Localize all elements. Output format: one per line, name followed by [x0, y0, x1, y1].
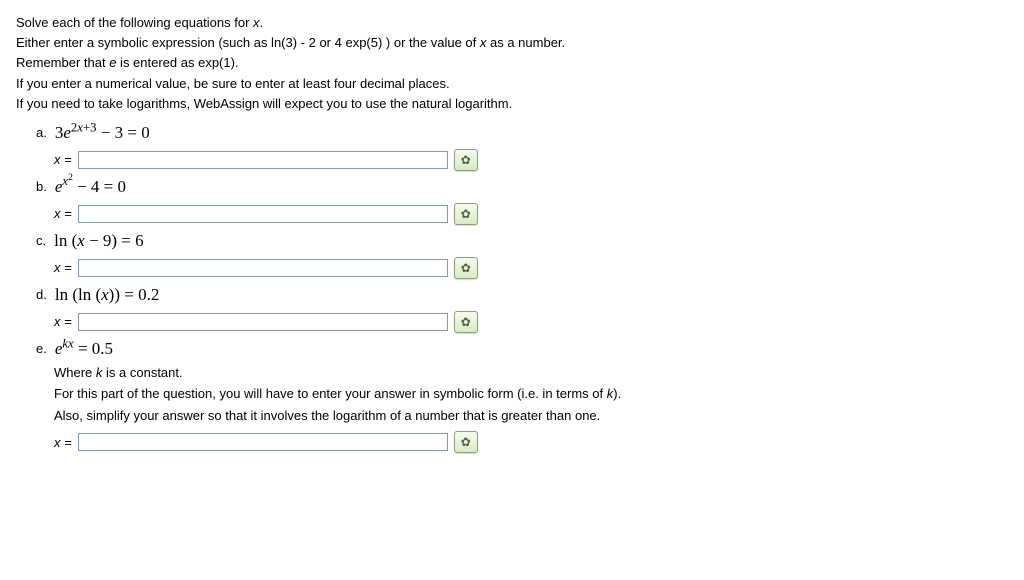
- answer-input-c[interactable]: [78, 259, 448, 277]
- problem-c: c. ln (x − 9) = 6 x = ✿: [36, 231, 1008, 279]
- problem-label-a: a.: [36, 125, 49, 140]
- equation-e: ekx = 0.5: [55, 339, 113, 359]
- problem-e: e. ekx = 0.5 Where k is a constant. For …: [36, 339, 1008, 454]
- answer-input-e[interactable]: [78, 433, 448, 451]
- answer-input-b[interactable]: [78, 205, 448, 223]
- problem-a: a. 3e2x+3 − 3 = 0 x = ✿: [36, 123, 1008, 171]
- equation-b: ex2 − 4 = 0: [55, 177, 126, 197]
- x-equals-label: x =: [54, 260, 72, 275]
- problems-list: a. 3e2x+3 − 3 = 0 x = ✿ b. ex2 − 4 = 0 x…: [16, 123, 1008, 454]
- answer-input-d[interactable]: [78, 313, 448, 331]
- hint-icon[interactable]: ✿: [454, 311, 478, 333]
- problem-label-b: b.: [36, 179, 49, 194]
- hint-icon[interactable]: ✿: [454, 257, 478, 279]
- instruction-line-2: Either enter a symbolic expression (such…: [16, 34, 1008, 52]
- x-equals-label: x =: [54, 435, 72, 450]
- x-equals-label: x =: [54, 152, 72, 167]
- problem-label-c: c.: [36, 233, 48, 248]
- symbolic-note-1: For this part of the question, you will …: [54, 384, 1008, 404]
- instruction-line-3: Remember that e is entered as exp(1).: [16, 54, 1008, 72]
- equation-d: ln (ln (x)) = 0.2: [55, 285, 160, 305]
- problem-label-d: d.: [36, 287, 49, 302]
- equation-a: 3e2x+3 − 3 = 0: [55, 123, 150, 143]
- hint-icon[interactable]: ✿: [454, 431, 478, 453]
- instruction-line-1: Solve each of the following equations fo…: [16, 14, 1008, 32]
- symbolic-note-2: Also, simplify your answer so that it in…: [54, 406, 1008, 426]
- problem-d: d. ln (ln (x)) = 0.2 x = ✿: [36, 285, 1008, 333]
- where-note: Where k is a constant.: [54, 363, 1008, 383]
- x-equals-label: x =: [54, 206, 72, 221]
- hint-icon[interactable]: ✿: [454, 149, 478, 171]
- hint-icon[interactable]: ✿: [454, 203, 478, 225]
- x-equals-label: x =: [54, 314, 72, 329]
- answer-input-a[interactable]: [78, 151, 448, 169]
- instruction-line-5: If you need to take logarithms, WebAssig…: [16, 95, 1008, 113]
- instructions-block: Solve each of the following equations fo…: [16, 14, 1008, 113]
- problem-b: b. ex2 − 4 = 0 x = ✿: [36, 177, 1008, 225]
- problem-label-e: e.: [36, 341, 49, 356]
- instruction-line-4: If you enter a numerical value, be sure …: [16, 75, 1008, 93]
- equation-c: ln (x − 9) = 6: [54, 231, 144, 251]
